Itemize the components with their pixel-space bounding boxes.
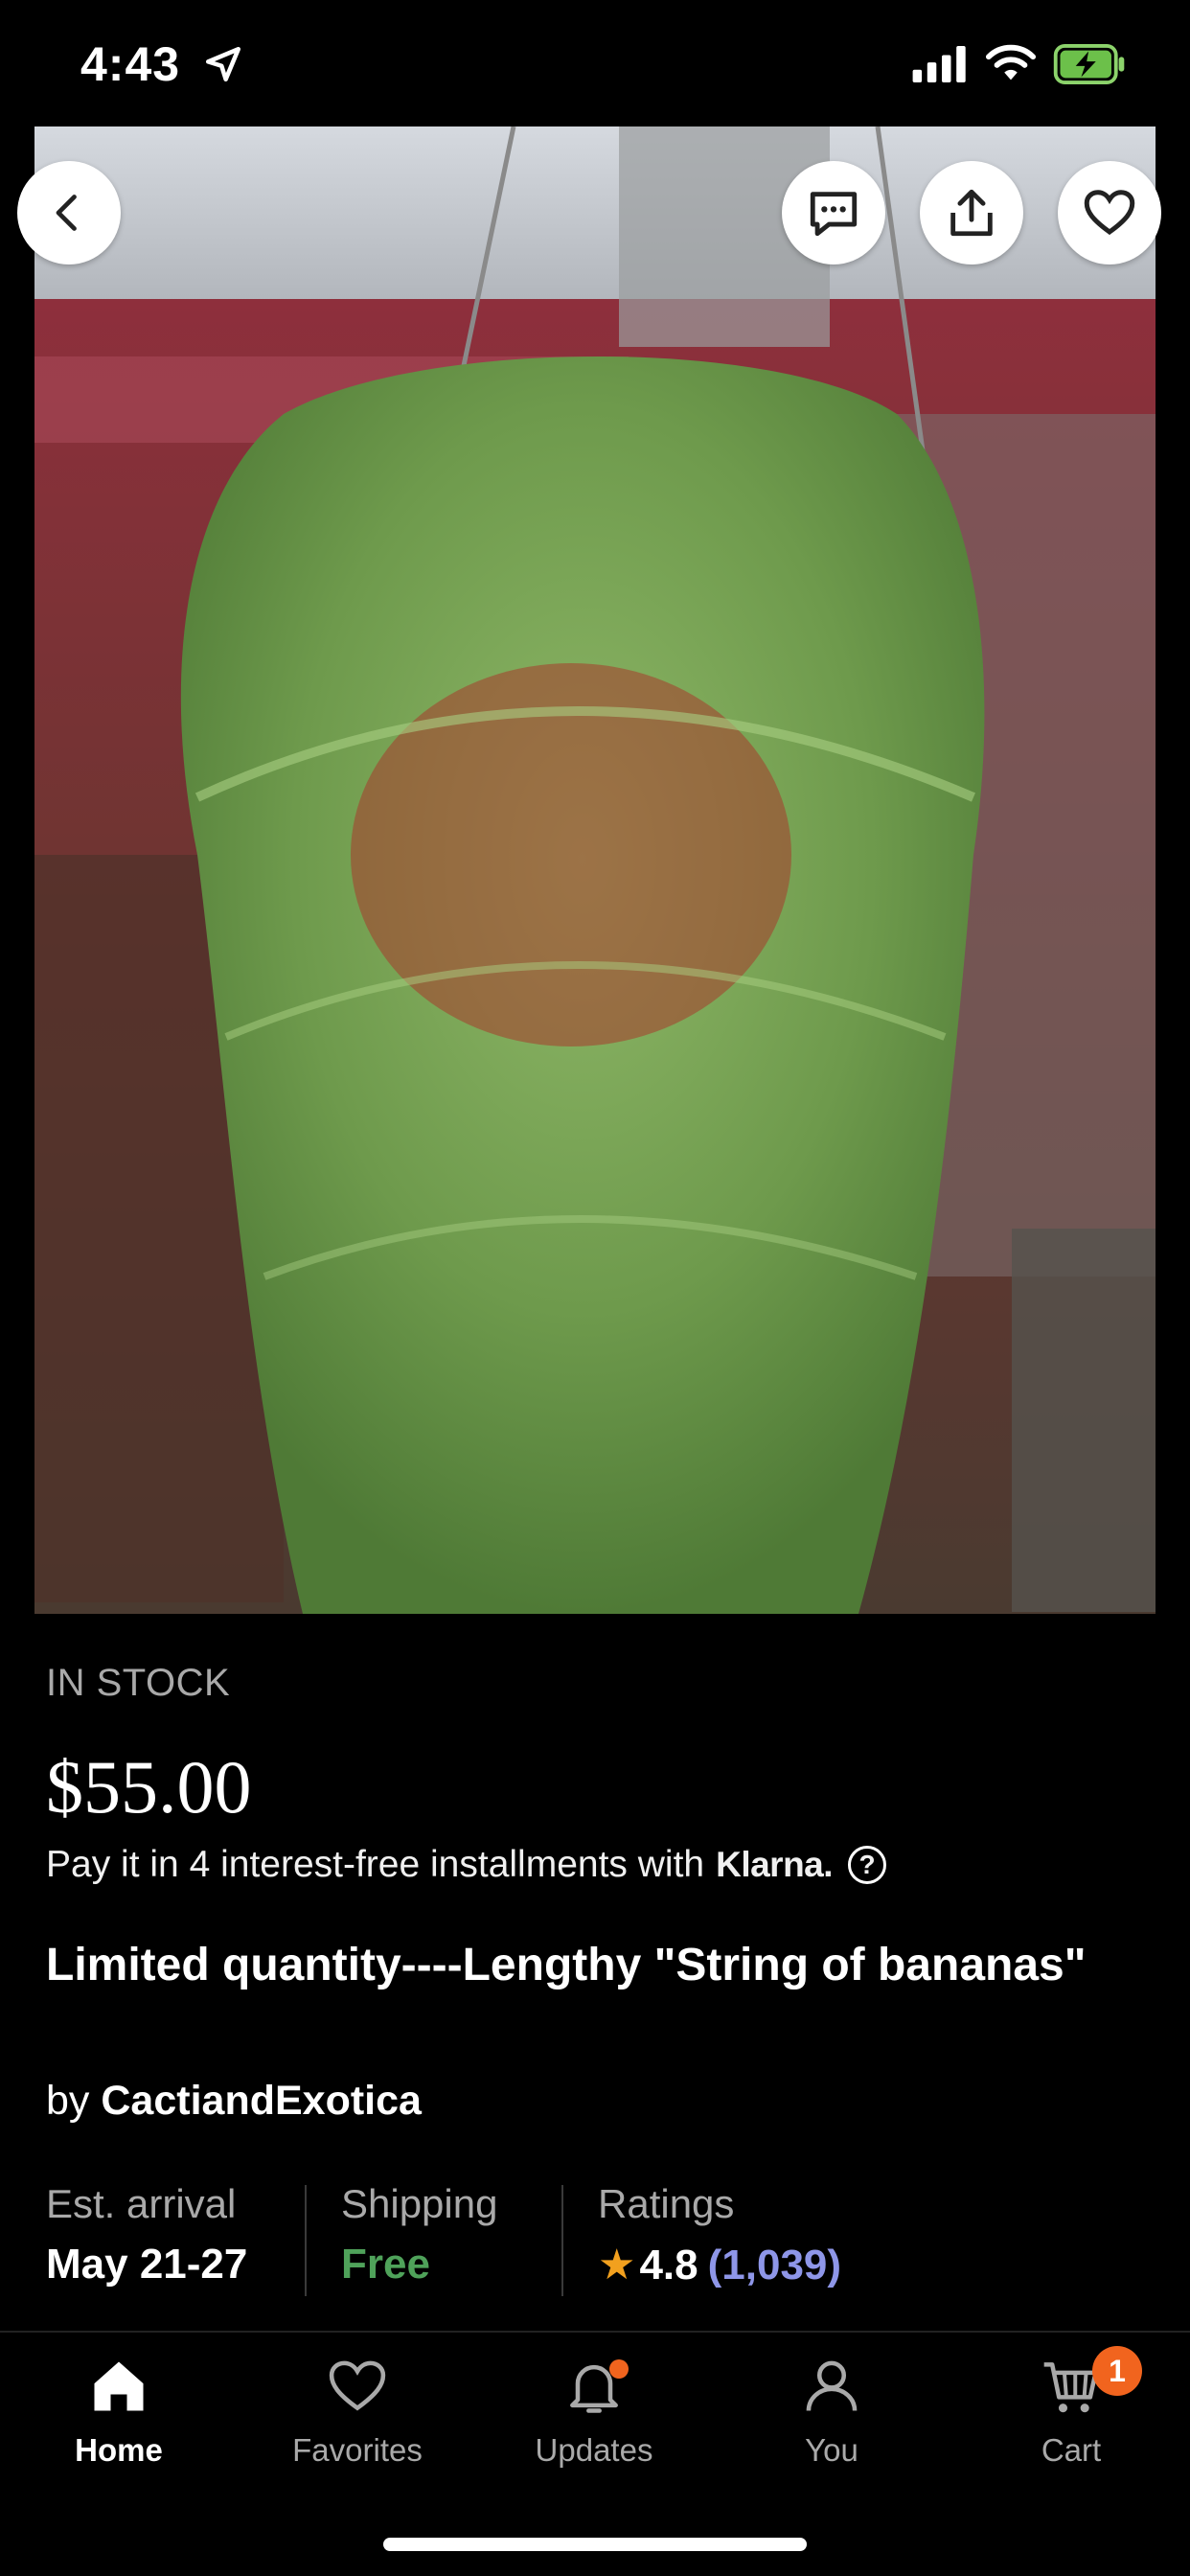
favorite-button[interactable] — [1058, 161, 1161, 264]
tab-label: Favorites — [292, 2432, 423, 2468]
person-icon — [806, 2360, 858, 2411]
arrival-value: May 21-27 — [46, 2241, 248, 2288]
cart-count-badge: 1 — [1092, 2346, 1142, 2396]
tab-favorites[interactable]: Favorites — [262, 2354, 453, 2469]
stock-status: IN STOCK — [46, 1662, 231, 1704]
chevron-left-icon — [56, 195, 77, 231]
product-image[interactable] — [34, 126, 1156, 1614]
tab-cart[interactable]: 1 Cart — [975, 2346, 1167, 2469]
arrival-label: Est. arrival — [46, 2181, 237, 2226]
tab-label: You — [805, 2432, 858, 2468]
divider — [305, 2185, 307, 2296]
tab-updates[interactable]: Updates — [498, 2354, 690, 2469]
home-icon — [94, 2361, 144, 2411]
shipping-info: Shipping Free — [341, 2181, 497, 2288]
rating-value: 4.8 — [639, 2241, 698, 2288]
divider — [561, 2185, 563, 2296]
tab-home[interactable]: Home — [23, 2354, 215, 2469]
cellular-signal-icon — [912, 46, 966, 82]
battery-charging-icon — [1053, 44, 1125, 84]
tab-you[interactable]: You — [736, 2354, 927, 2469]
message-seller-button[interactable] — [782, 161, 885, 264]
heart-icon — [329, 2360, 386, 2411]
location-arrow-icon — [205, 46, 241, 82]
share-icon — [950, 189, 993, 237]
wifi-icon — [985, 44, 1037, 80]
tab-label: Cart — [1041, 2432, 1102, 2468]
share-button[interactable] — [920, 161, 1023, 264]
tab-label: Home — [75, 2432, 163, 2468]
help-icon[interactable]: ? — [848, 1846, 887, 1884]
shipping-label: Shipping — [341, 2181, 498, 2226]
status-bar: 4:43 — [0, 0, 1190, 126]
ratings-label: Ratings — [598, 2181, 735, 2226]
rating-summary[interactable]: ★ 4.8 (1,039) — [598, 2241, 841, 2289]
installments-text: Pay it in 4 interest-free installments w… — [46, 1844, 705, 1885]
rating-count-link[interactable]: (1,039) — [708, 2242, 841, 2289]
info-row: Est. arrival May 21-27 Shipping Free Rat… — [46, 2181, 1157, 2296]
message-icon — [810, 192, 858, 237]
ratings-info[interactable]: Ratings ★ 4.8 (1,039) — [598, 2181, 841, 2289]
klarna-logo: Klarna. — [716, 1845, 834, 1884]
home-indicator — [383, 2538, 807, 2551]
heart-outline-icon — [1084, 190, 1135, 236]
tab-label: Updates — [535, 2432, 653, 2468]
back-button[interactable] — [17, 161, 121, 264]
shop-link[interactable]: by CactiandExotica — [46, 2078, 422, 2125]
star-icon: ★ — [598, 2242, 636, 2288]
arrival-info: Est. arrival May 21-27 — [46, 2181, 247, 2288]
status-time: 4:43 — [80, 37, 181, 91]
product-price: $55.00 — [46, 1745, 252, 1828]
shop-name[interactable]: CactiandExotica — [101, 2078, 422, 2124]
shipping-value: Free — [341, 2241, 430, 2288]
notification-dot — [609, 2359, 629, 2379]
product-title: Limited quantity----Lengthy "String of b… — [46, 1940, 1087, 1990]
plant-illustration — [34, 126, 1156, 1614]
shop-prefix: by — [46, 2078, 90, 2124]
klarna-installments[interactable]: Pay it in 4 interest-free installments w… — [46, 1844, 887, 1886]
